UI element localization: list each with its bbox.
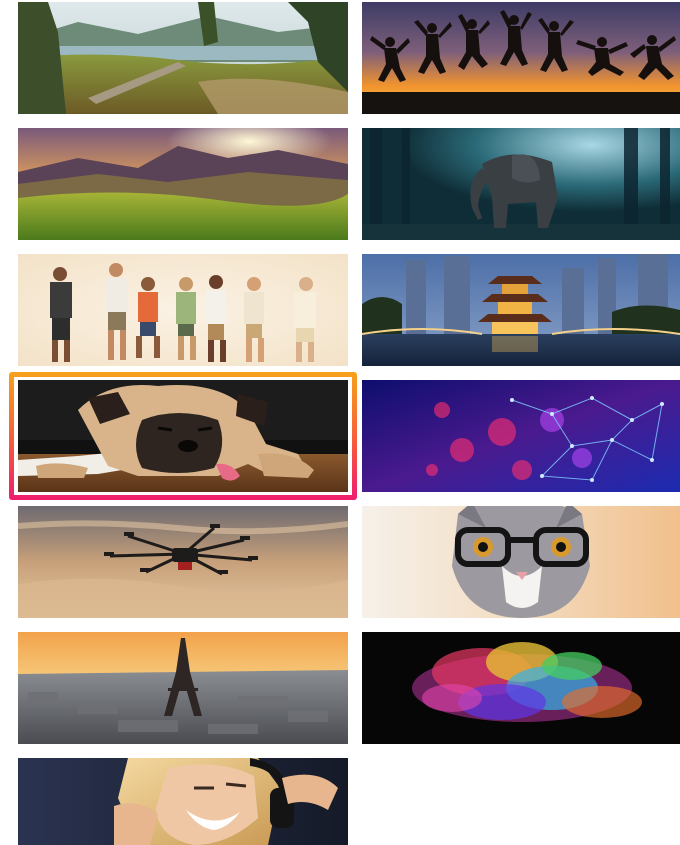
gallery-tile-color-explosion[interactable] (362, 632, 680, 744)
gallery-tile-network-bokeh[interactable] (362, 380, 680, 492)
gallery-tile-woman-headphones[interactable] (18, 758, 348, 845)
gallery-tile-sunset-meadow[interactable] (18, 128, 348, 240)
network-bokeh-image (362, 380, 680, 492)
pug-image (18, 380, 348, 492)
woman-headphones-image (18, 758, 348, 845)
paris-eiffel-image (18, 632, 348, 744)
drone-sky-image (18, 506, 348, 618)
forest-elephant-image (362, 128, 680, 240)
mountain-lake-image (18, 2, 348, 114)
gallery-tile-pug[interactable] (18, 380, 348, 492)
gallery-tile-drone-sky[interactable] (18, 506, 348, 618)
gallery-tile-jumping-silhouettes[interactable] (362, 2, 680, 114)
gallery-tile-jumping-friends[interactable] (18, 254, 348, 366)
pagoda-city-night-image (362, 254, 680, 366)
gallery-tile-forest-elephant[interactable] (362, 128, 680, 240)
image-gallery (0, 0, 680, 845)
jumping-friends-image (18, 254, 348, 366)
jumping-silhouettes-image (362, 2, 680, 114)
gallery-tile-cat-glasses[interactable] (362, 506, 680, 618)
gallery-tile-paris-eiffel[interactable] (18, 632, 348, 744)
cat-glasses-image (362, 506, 680, 618)
sunset-meadow-image (18, 128, 348, 240)
gallery-tile-mountain-lake[interactable] (18, 2, 348, 114)
color-explosion-image (362, 632, 680, 744)
gallery-tile-pagoda-city-night[interactable] (362, 254, 680, 366)
